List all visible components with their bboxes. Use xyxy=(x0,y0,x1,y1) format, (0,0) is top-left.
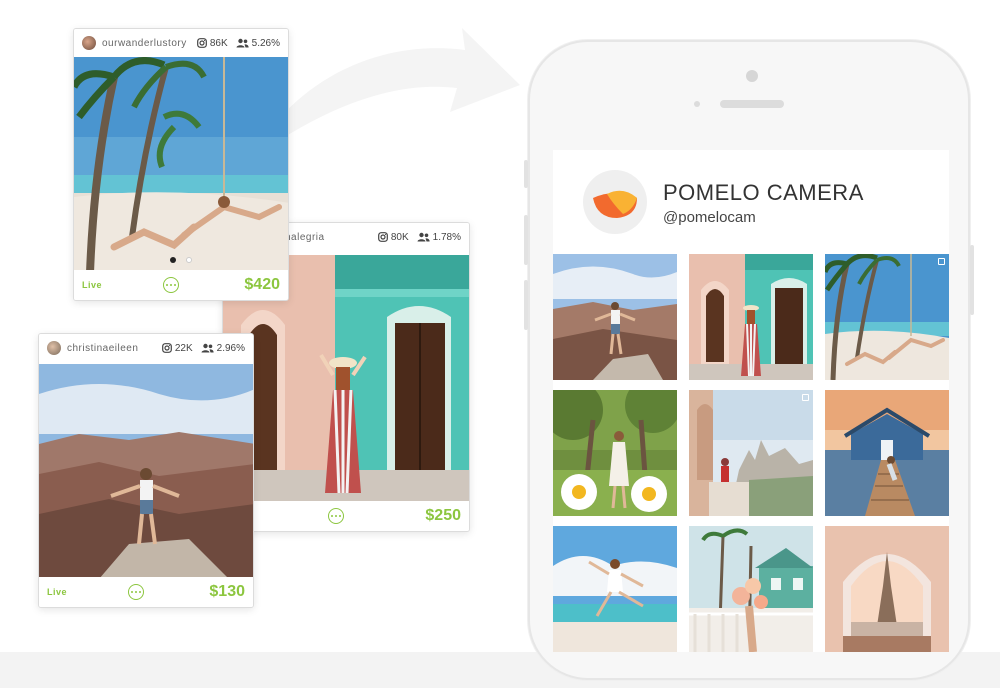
engagement-stat: 5.26% xyxy=(236,38,280,49)
grid-tile-flowers-houses[interactable] xyxy=(689,526,813,652)
card-footer: Live $130 xyxy=(39,577,253,607)
profile-handle[interactable]: @pomelocam xyxy=(663,209,756,226)
grid-tile-beach-palms[interactable] xyxy=(825,254,949,380)
engagement-stat: 2.96% xyxy=(201,343,245,354)
grid-tile-eiffel-window[interactable] xyxy=(825,526,949,652)
people-icon xyxy=(417,232,430,242)
multi-photo-icon xyxy=(938,258,945,265)
post-image-grand-canyon[interactable] xyxy=(39,364,253,579)
carousel-dot-active[interactable] xyxy=(170,257,176,263)
grid-tile-daisies-park[interactable] xyxy=(553,390,677,516)
post-card-ourwanderlustory[interactable]: ourwanderlustory 86K 5.26% Live $420 xyxy=(73,28,289,301)
card-username[interactable]: christinaeileen xyxy=(67,343,154,354)
phone-volume-down xyxy=(524,280,528,330)
more-dots-icon[interactable] xyxy=(328,508,344,524)
instagram-icon xyxy=(196,38,207,48)
carousel-dots xyxy=(74,257,288,263)
grid-tile-grand-canyon[interactable] xyxy=(553,254,677,380)
people-icon xyxy=(201,343,214,353)
price-label: $250 xyxy=(425,507,461,524)
profile-name: POMELO CAMERA xyxy=(663,180,864,205)
card-username[interactable]: nalegria xyxy=(285,232,370,243)
phone-camera xyxy=(746,70,758,82)
instagram-icon xyxy=(161,343,172,353)
phone-speaker xyxy=(720,100,784,108)
engagement-stat: 1.78% xyxy=(417,232,461,243)
followers-stat: 22K xyxy=(161,342,193,354)
status-label: Live xyxy=(47,587,68,597)
profile-avatar[interactable] xyxy=(583,170,647,234)
multi-photo-icon xyxy=(802,394,809,401)
post-image-beach-swing[interactable] xyxy=(74,57,288,273)
post-card-christinaeileen[interactable]: christinaeileen 22K 2.96% Live $130 xyxy=(38,333,254,608)
engagement-rate: 2.96% xyxy=(216,342,245,354)
phone-side-button xyxy=(524,160,528,188)
carousel-dot[interactable] xyxy=(186,257,192,263)
price-label: $420 xyxy=(244,276,280,293)
phone-power-button xyxy=(970,245,974,315)
instagram-icon xyxy=(377,232,388,242)
card-footer: $250 xyxy=(223,501,469,531)
daisy-left xyxy=(561,474,597,510)
card-header: christinaeileen 22K 2.96% xyxy=(39,334,253,362)
people-icon xyxy=(236,38,249,48)
grid-tile-beach-jump[interactable] xyxy=(553,526,677,652)
avatar[interactable] xyxy=(47,341,61,355)
status-label: Live xyxy=(82,280,103,290)
pomelo-logo-icon xyxy=(593,190,637,218)
price-label: $130 xyxy=(209,583,245,600)
phone-screen: POMELO CAMERA @pomelocam xyxy=(553,150,949,652)
more-dots-icon[interactable] xyxy=(128,584,144,600)
grid-tile-balcony-city[interactable] xyxy=(689,390,813,516)
followers-count: 22K xyxy=(174,342,193,354)
card-username[interactable]: ourwanderlustory xyxy=(102,38,189,49)
followers-stat: 80K xyxy=(377,231,409,243)
engagement-rate: 1.78% xyxy=(432,231,461,243)
more-dots-icon[interactable] xyxy=(163,277,179,293)
grid-tile-pier-house[interactable] xyxy=(825,390,949,516)
card-header: ourwanderlustory 86K 5.26% xyxy=(74,29,288,57)
daisy-right xyxy=(631,476,667,512)
grid-tile-green-building[interactable] xyxy=(689,254,813,380)
phone-volume-up xyxy=(524,215,528,265)
card-footer: Live $420 xyxy=(74,270,288,300)
engagement-rate: 5.26% xyxy=(251,37,280,49)
followers-count: 80K xyxy=(390,231,409,243)
phone-sensor xyxy=(694,101,700,107)
followers-count: 86K xyxy=(209,37,228,49)
avatar[interactable] xyxy=(82,36,96,50)
followers-stat: 86K xyxy=(196,37,228,49)
